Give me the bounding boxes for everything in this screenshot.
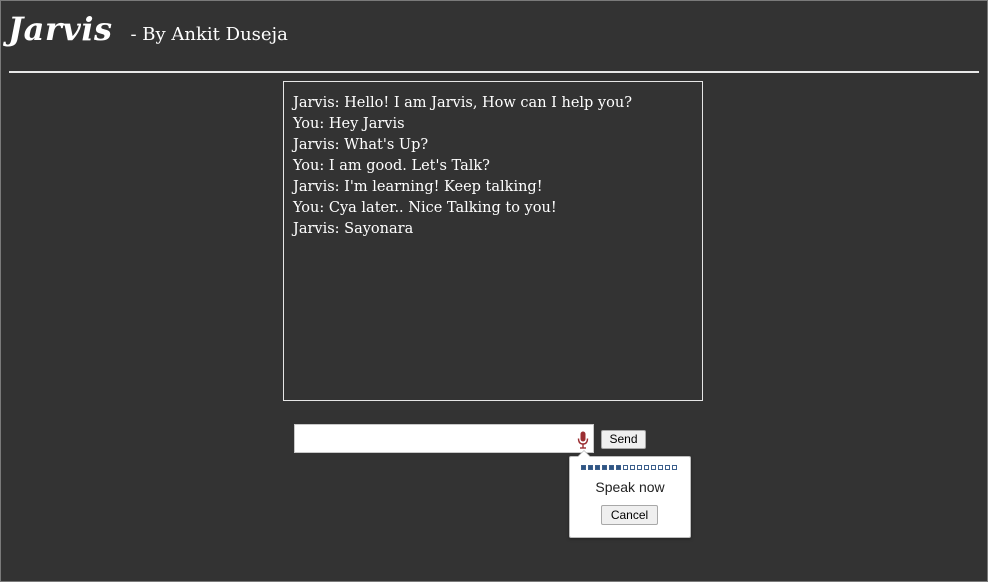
level-segment [609, 465, 614, 470]
level-segment [588, 465, 593, 470]
level-segment [581, 465, 586, 470]
chat-log[interactable]: Jarvis: Hello! I am Jarvis, How can I he… [283, 81, 703, 401]
level-segment [658, 465, 663, 470]
voice-level-meter [581, 465, 677, 470]
chat-message: Jarvis: What's Up? [293, 137, 429, 153]
level-segment [672, 465, 677, 470]
app-subtitle: - By Ankit Duseja [130, 24, 288, 45]
level-segment [602, 465, 607, 470]
message-input[interactable] [295, 425, 565, 452]
level-segment [623, 465, 628, 470]
level-segment [637, 465, 642, 470]
chat-message: You: I am good. Let's Talk? [293, 158, 490, 174]
page-header: Jarvis - By Ankit Duseja [8, 10, 288, 54]
level-segment [595, 465, 600, 470]
chat-message: You: Cya later.. Nice Talking to you! [293, 200, 557, 216]
chat-message: Jarvis: I'm learning! Keep talking! [293, 179, 543, 195]
speak-now-label: Speak now [595, 479, 665, 495]
chat-message: Jarvis: Sayonara [293, 221, 414, 237]
chat-message: Jarvis: Hello! I am Jarvis, How can I he… [293, 95, 632, 111]
level-segment [630, 465, 635, 470]
cancel-button[interactable]: Cancel [601, 505, 658, 525]
header-divider [9, 71, 979, 73]
level-segment [644, 465, 649, 470]
microphone-icon[interactable] [577, 431, 589, 449]
level-segment [616, 465, 621, 470]
message-input-wrapper [294, 424, 594, 453]
send-button[interactable]: Send [601, 430, 646, 449]
app-title: Jarvis [8, 10, 113, 48]
level-segment [665, 465, 670, 470]
chat-message: You: Hey Jarvis [293, 116, 405, 132]
level-segment [651, 465, 656, 470]
speech-input-popup: Speak now Cancel [569, 450, 691, 538]
